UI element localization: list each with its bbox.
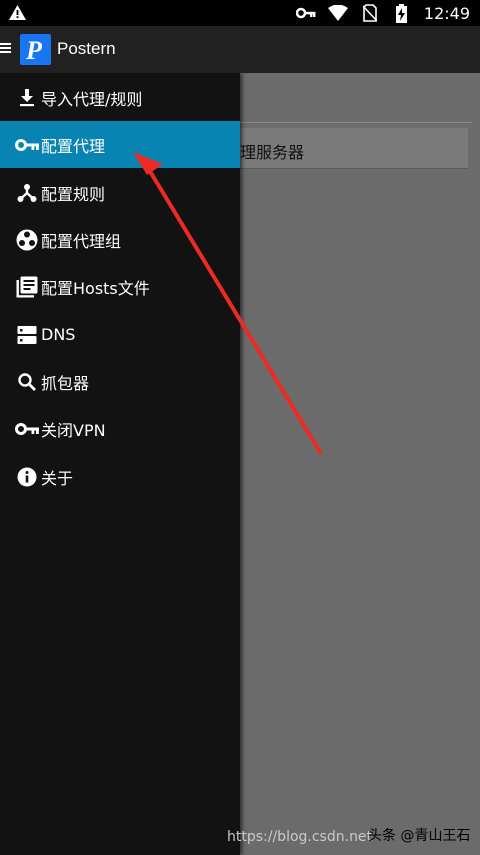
- library-icon: [15, 275, 39, 299]
- app-title: Postern: [57, 39, 116, 58]
- app-logo-icon[interactable]: P: [20, 34, 51, 65]
- wifi-icon: [327, 3, 348, 23]
- warning-icon: [9, 5, 26, 24]
- status-bar: 12:49: [0, 0, 480, 26]
- proxy-server-label: 理服务器: [240, 143, 305, 162]
- drawer-item-label: 配置代理: [41, 136, 106, 156]
- share-icon: [15, 181, 39, 205]
- key-icon: [15, 133, 39, 157]
- drawer-item-proxy-group[interactable]: 配置代理组: [0, 216, 240, 263]
- drawer-item-label: 导入代理/规则: [41, 89, 143, 109]
- no-sim-icon: [360, 3, 380, 23]
- watermark-author: 头条 @青山王石: [368, 828, 471, 844]
- menu-icon[interactable]: [0, 40, 14, 58]
- drawer-item-import[interactable]: 导入代理/规则: [0, 74, 240, 121]
- svg-text:P: P: [25, 36, 43, 65]
- drawer-item-label: DNS: [41, 325, 76, 344]
- drawer-item-close-vpn[interactable]: 关闭VPN: [0, 405, 240, 452]
- search-icon: [15, 370, 39, 394]
- drawer-item-label: 配置Hosts文件: [41, 278, 150, 298]
- drawer-item-proxy[interactable]: 配置代理: [0, 121, 240, 168]
- app-bar: P Postern: [0, 26, 480, 73]
- drawer-item-hosts[interactable]: 配置Hosts文件: [0, 263, 240, 310]
- dns-icon: [15, 323, 39, 347]
- screen: 12:49 P Postern 理服务器 导入代理/规则 配置代理 配置规则 配…: [0, 0, 480, 855]
- navigation-drawer: 导入代理/规则 配置代理 配置规则 配置代理组 配置Hosts文件 DNS 抓包…: [0, 73, 240, 855]
- drawer-item-label: 抓包器: [41, 373, 90, 393]
- battery-charging-icon: [392, 3, 412, 23]
- proxy-server-card[interactable]: 理服务器: [240, 128, 468, 169]
- group-icon: [15, 228, 39, 252]
- drawer-item-label: 关于: [41, 468, 74, 488]
- drawer-item-label: 配置代理组: [41, 231, 122, 251]
- drawer-item-capture[interactable]: 抓包器: [0, 358, 240, 405]
- drawer-item-rules[interactable]: 配置规则: [0, 169, 240, 216]
- drawer-item-about[interactable]: 关于: [0, 453, 240, 500]
- key-icon: [15, 417, 39, 441]
- download-icon: [15, 86, 39, 110]
- key-icon: [295, 3, 316, 23]
- drawer-item-label: 配置规则: [41, 184, 106, 204]
- watermark-url: https://blog.csdn.net: [227, 829, 373, 845]
- divider: [240, 122, 472, 123]
- info-icon: [15, 465, 39, 489]
- drawer-item-dns[interactable]: DNS: [0, 311, 240, 358]
- drawer-item-label: 关闭VPN: [41, 420, 106, 440]
- status-time: 12:49: [423, 3, 470, 23]
